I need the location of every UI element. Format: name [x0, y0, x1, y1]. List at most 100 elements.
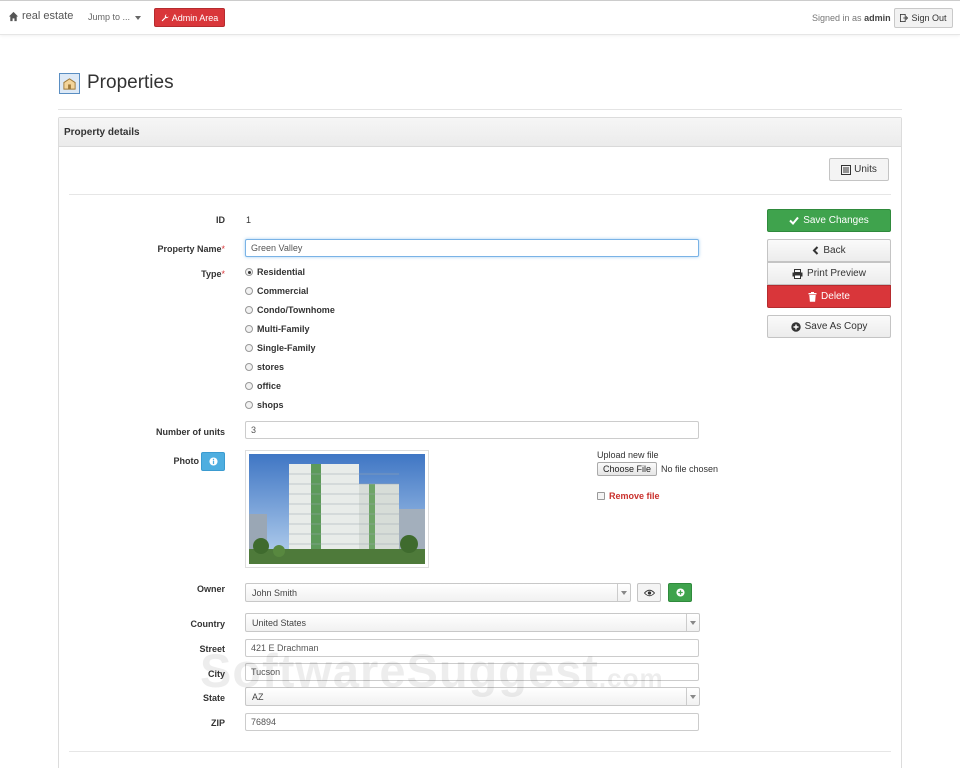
admin-area-button[interactable]: Admin Area	[154, 8, 225, 27]
chevron-down-icon	[621, 590, 627, 595]
type-label: Type*	[55, 269, 225, 279]
photo-label: Photo	[29, 456, 200, 466]
radio-icon[interactable]	[245, 401, 253, 409]
building-photo-image	[249, 454, 425, 564]
type-radio-office[interactable]: office	[245, 381, 281, 391]
print-preview-label: Print Preview	[807, 268, 866, 279]
radio-icon[interactable]	[245, 344, 253, 352]
save-as-copy-label: Save As Copy	[804, 321, 868, 332]
checkbox-icon[interactable]	[597, 492, 605, 500]
radio-icon[interactable]	[245, 363, 253, 371]
type-radio-commercial[interactable]: Commercial	[245, 286, 309, 296]
jump-to-dropdown[interactable]: Jump to ...	[88, 12, 142, 22]
zip-label: ZIP	[55, 718, 225, 728]
units-count-label-text: Number of units	[156, 427, 225, 437]
radio-icon[interactable]	[245, 382, 253, 390]
chevron-down-icon	[690, 694, 696, 699]
type-radio-residential[interactable]: Residential	[245, 267, 305, 277]
owner-label-text: Owner	[196, 584, 225, 594]
zip-label-text: ZIP	[210, 718, 225, 728]
state-dropdown-arrow[interactable]	[686, 688, 699, 705]
required-mark: *	[221, 269, 225, 279]
photo-label-text: Photo	[173, 456, 200, 466]
country-value: United States	[252, 617, 307, 628]
print-preview-button[interactable]: Print Preview	[767, 262, 891, 285]
panel-title: Property details	[59, 118, 901, 147]
required-mark: *	[221, 244, 225, 254]
upload-new-file-label: Upload new file	[597, 450, 659, 460]
brand-link[interactable]: real estate	[8, 10, 73, 22]
type-radio-condo-townhome[interactable]: Condo/Townhome	[245, 305, 335, 315]
chevron-down-icon	[690, 620, 696, 625]
country-label-text: Country	[190, 619, 226, 629]
property-name-label: Property Name*	[55, 244, 225, 254]
units-button[interactable]: Units	[829, 158, 889, 181]
sign-out-label: Sign Out	[911, 13, 947, 23]
signed-in-prefix: Signed in as	[812, 13, 862, 23]
type-radio-stores[interactable]: stores	[245, 362, 284, 372]
back-button[interactable]: Back	[767, 239, 891, 262]
chevron-left-icon	[812, 246, 819, 255]
type-radio-multi-family[interactable]: Multi-Family	[245, 324, 310, 334]
type-radio-single-family[interactable]: Single-Family	[245, 343, 316, 353]
wrench-icon	[161, 13, 169, 21]
units-count-input[interactable]: 3	[245, 421, 699, 439]
no-file-chosen-text: No file chosen	[661, 464, 719, 474]
save-as-copy-button[interactable]: Save As Copy	[767, 315, 891, 338]
owner-dropdown-arrow[interactable]	[617, 584, 630, 601]
building-icon	[59, 72, 80, 94]
remove-file-checkbox[interactable]: Remove file	[597, 491, 660, 501]
watermark: SoftwareSuggest.com	[200, 643, 664, 698]
type-option-label: stores	[257, 362, 285, 372]
back-label: Back	[823, 245, 846, 256]
info-icon	[208, 457, 218, 466]
file-input[interactable]: Choose File No file chosen	[597, 462, 718, 476]
id-label: ID	[55, 215, 225, 225]
sign-out-button[interactable]: Sign Out	[894, 8, 953, 28]
units-label: Units	[854, 164, 877, 175]
page-header: Properties	[59, 72, 174, 94]
property-name-label-text: Property Name	[157, 244, 222, 254]
type-option-label: shops	[257, 400, 284, 410]
trash-icon	[808, 291, 817, 302]
print-icon	[792, 268, 803, 279]
watermark-suffix: .com	[598, 663, 664, 693]
country-label: Country	[55, 619, 226, 629]
type-option-label: Commercial	[257, 286, 309, 296]
radio-icon[interactable]	[245, 325, 253, 333]
owner-select[interactable]: John Smith	[245, 583, 631, 602]
view-owner-button[interactable]	[637, 583, 661, 602]
home-icon	[8, 11, 19, 21]
list-icon	[841, 164, 852, 175]
save-changes-label: Save Changes	[803, 215, 869, 226]
panel-bottom-divider	[69, 751, 891, 752]
save-changes-button[interactable]: Save Changes	[767, 209, 891, 232]
zip-input[interactable]: 76894	[245, 713, 699, 731]
type-option-label: Condo/Townhome	[257, 305, 335, 315]
signed-in-user: admin	[864, 13, 891, 23]
add-owner-button[interactable]	[668, 583, 692, 602]
zip-value: 76894	[251, 717, 277, 727]
units-count-label: Number of units	[55, 427, 225, 437]
photo-info-button[interactable]	[201, 452, 225, 471]
check-icon	[789, 216, 799, 225]
remove-file-label: Remove file	[609, 491, 660, 501]
radio-icon[interactable]	[245, 268, 253, 276]
radio-icon[interactable]	[245, 306, 253, 314]
country-dropdown-arrow[interactable]	[686, 614, 699, 631]
top-navbar: real estate Jump to ... Admin Area Signe…	[0, 0, 960, 35]
property-name-value: Green Valley	[251, 243, 303, 253]
delete-label: Delete	[821, 291, 850, 302]
owner-label: Owner	[55, 584, 225, 594]
choose-file-button[interactable]: Choose File	[597, 462, 658, 476]
delete-button[interactable]: Delete	[767, 285, 891, 308]
units-count-value: 3	[251, 425, 257, 435]
country-select[interactable]: United States	[245, 613, 700, 632]
type-label-text: Type	[201, 269, 222, 279]
type-radio-shops[interactable]: shops	[245, 400, 284, 410]
property-name-input[interactable]: Green Valley	[245, 239, 699, 257]
plus-circle-icon	[790, 321, 801, 332]
eye-icon	[643, 589, 655, 596]
type-option-label: Multi-Family	[257, 324, 310, 334]
radio-icon[interactable]	[245, 287, 253, 295]
